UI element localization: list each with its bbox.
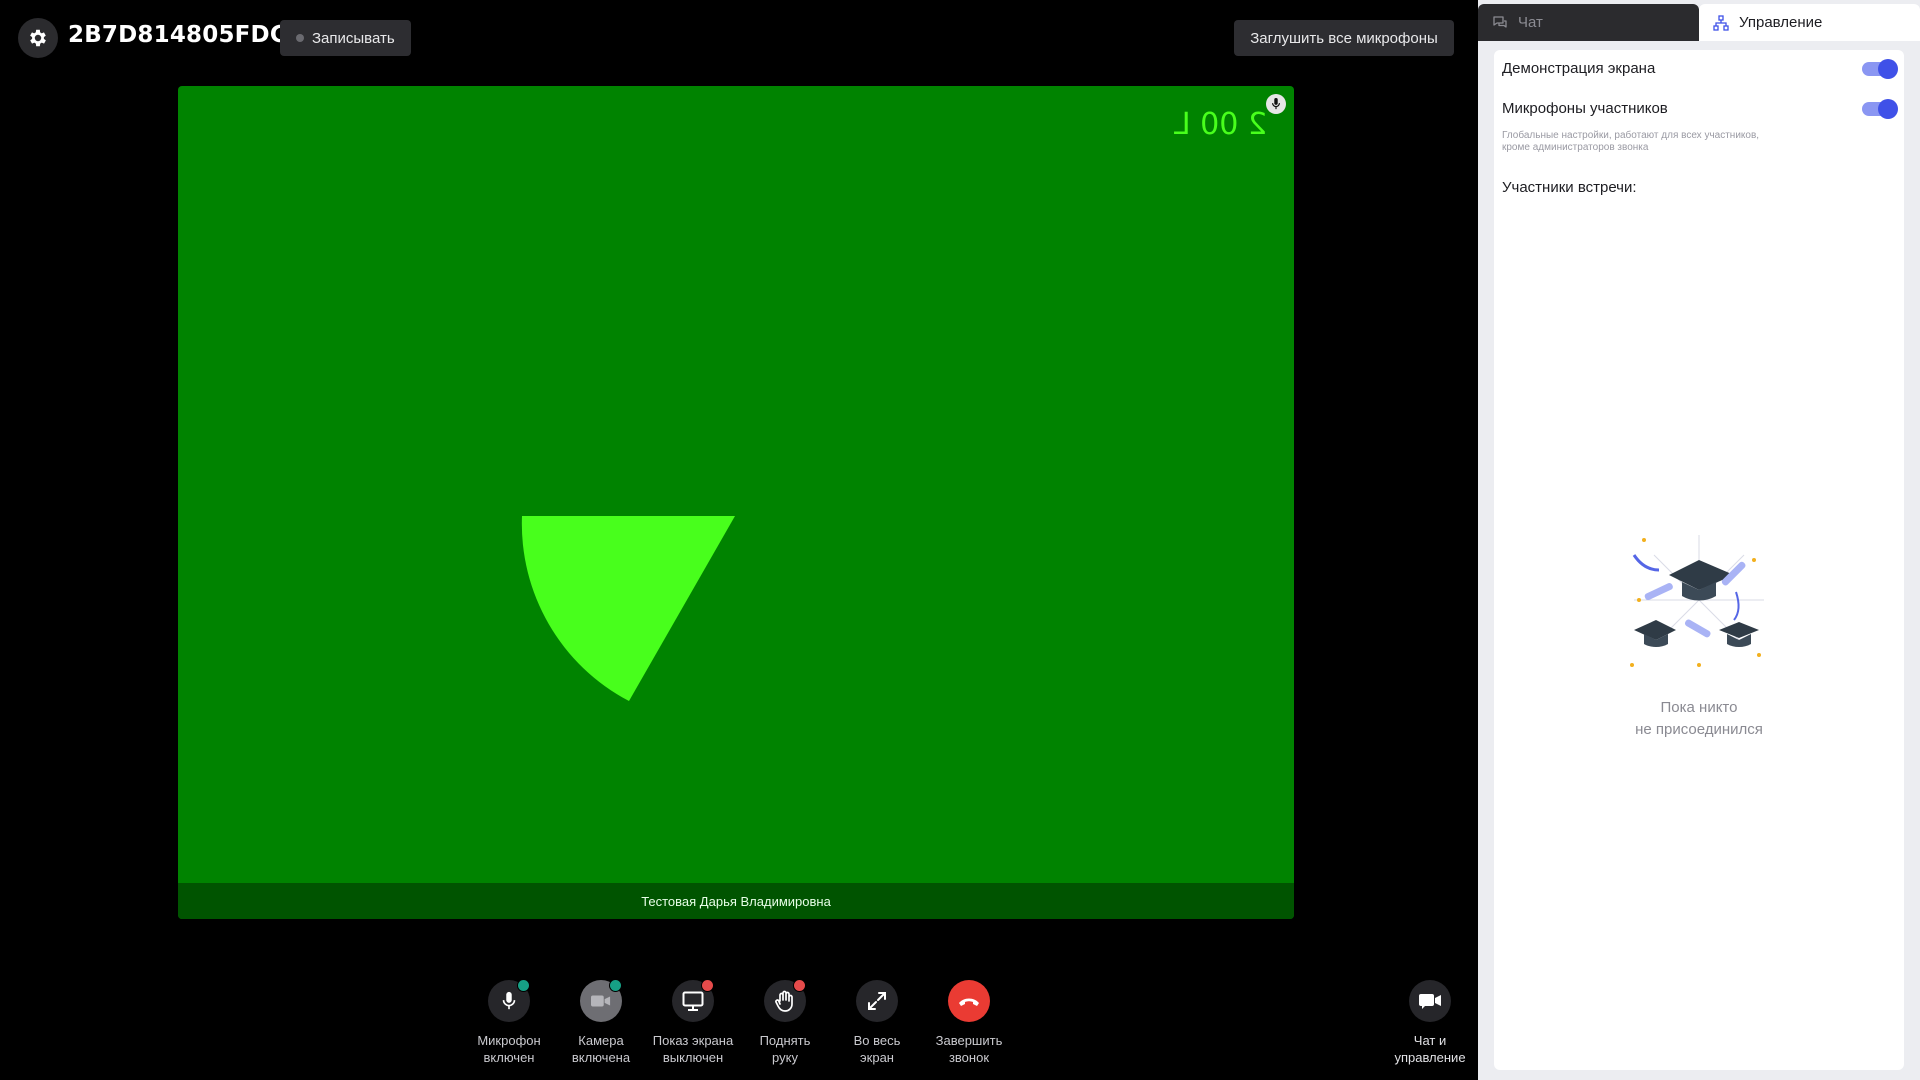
empty-participants-text: Пока никто не присоединился xyxy=(1635,699,1763,738)
chat-toggle-circle xyxy=(1409,980,1451,1022)
screen-share-setting: Демонстрация экрана xyxy=(1502,58,1898,79)
end-call-label: Завершить звонок xyxy=(935,1033,1003,1065)
mic-label: Микрофон включен xyxy=(477,1033,541,1065)
chat-video-icon xyxy=(1419,994,1441,1009)
screen-share-setting-label: Демонстрация экрана xyxy=(1502,60,1656,77)
participant-mic-icon xyxy=(1266,94,1286,114)
record-label: Записывать xyxy=(312,29,395,47)
global-settings-hint: Глобальные настройки, работают для всех … xyxy=(1502,130,1760,153)
mic-status-badge xyxy=(517,979,530,992)
participant-name: Тестовая Дарья Владимировна xyxy=(178,883,1294,919)
hangup-icon xyxy=(959,998,979,1006)
mute-all-button[interactable]: Заглушить все микрофоны xyxy=(1234,20,1454,56)
hand-status-badge xyxy=(793,979,806,992)
gear-icon xyxy=(30,29,46,47)
chat-bubbles-icon xyxy=(1493,15,1507,28)
hierarchy-icon xyxy=(1713,14,1729,31)
end-call-button[interactable]: Завершить звонок xyxy=(919,980,1019,1066)
mic-icon xyxy=(502,991,516,1010)
record-button[interactable]: Записывать xyxy=(280,20,411,56)
camera-circle xyxy=(580,979,622,1022)
hand-icon xyxy=(775,990,793,1012)
screen-label: Показ экрана выключен xyxy=(652,1033,734,1065)
camera-icon xyxy=(591,995,611,1007)
chat-toggle-label: Чат и управление xyxy=(1394,1033,1466,1065)
camera-label: Камера включена xyxy=(571,1033,631,1065)
screen-circle xyxy=(672,979,714,1022)
tab-chat[interactable]: Чат xyxy=(1478,4,1699,41)
participants-title: Участники встречи: xyxy=(1502,179,1637,196)
video-shape xyxy=(521,516,735,701)
tab-chat-label: Чат xyxy=(1518,14,1543,31)
mic-button[interactable]: Микрофон включен xyxy=(459,979,559,1066)
video-overlay-text: 2 00 L xyxy=(1174,107,1267,142)
call-controls: Микрофон включен Камера включена Показ экр… xyxy=(0,979,1100,1080)
screen-share-button[interactable]: Показ экрана выключен xyxy=(643,979,743,1066)
settings-button[interactable] xyxy=(18,18,58,58)
expand-icon xyxy=(868,992,886,1010)
mic-circle xyxy=(488,979,530,1022)
end-call-circle xyxy=(948,980,990,1022)
record-dot-icon xyxy=(296,34,304,42)
camera-status-badge xyxy=(609,979,622,992)
management-panel: Демонстрация экрана Микрофоны участников… xyxy=(1494,50,1904,1070)
mics-setting: Микрофоны участников xyxy=(1502,98,1898,119)
video-tile: 2 00 L Тестовая Дарья Владимировна xyxy=(178,86,1294,919)
hand-label: Поднять руку xyxy=(759,1033,811,1065)
screen-share-toggle[interactable] xyxy=(1862,58,1898,79)
graduation-caps-illustration xyxy=(1630,535,1764,667)
screen-status-badge xyxy=(701,979,714,992)
hand-circle xyxy=(764,979,806,1022)
monitor-icon xyxy=(682,991,704,1011)
tab-management[interactable]: Управление xyxy=(1699,4,1920,41)
camera-button[interactable]: Камера включена xyxy=(551,979,651,1066)
fullscreen-circle xyxy=(856,980,898,1022)
mics-setting-label: Микрофоны участников xyxy=(1502,100,1668,117)
raise-hand-button[interactable]: Поднять руку xyxy=(735,979,835,1066)
fullscreen-button[interactable]: Во весь экран xyxy=(827,980,927,1066)
chat-toggle-button[interactable]: Чат и управление xyxy=(1390,980,1470,1066)
fullscreen-label: Во весь экран xyxy=(853,1033,901,1065)
tab-management-label: Управление xyxy=(1739,14,1823,31)
mics-toggle[interactable] xyxy=(1862,98,1898,119)
video-stream: 2 00 L xyxy=(521,107,1267,701)
